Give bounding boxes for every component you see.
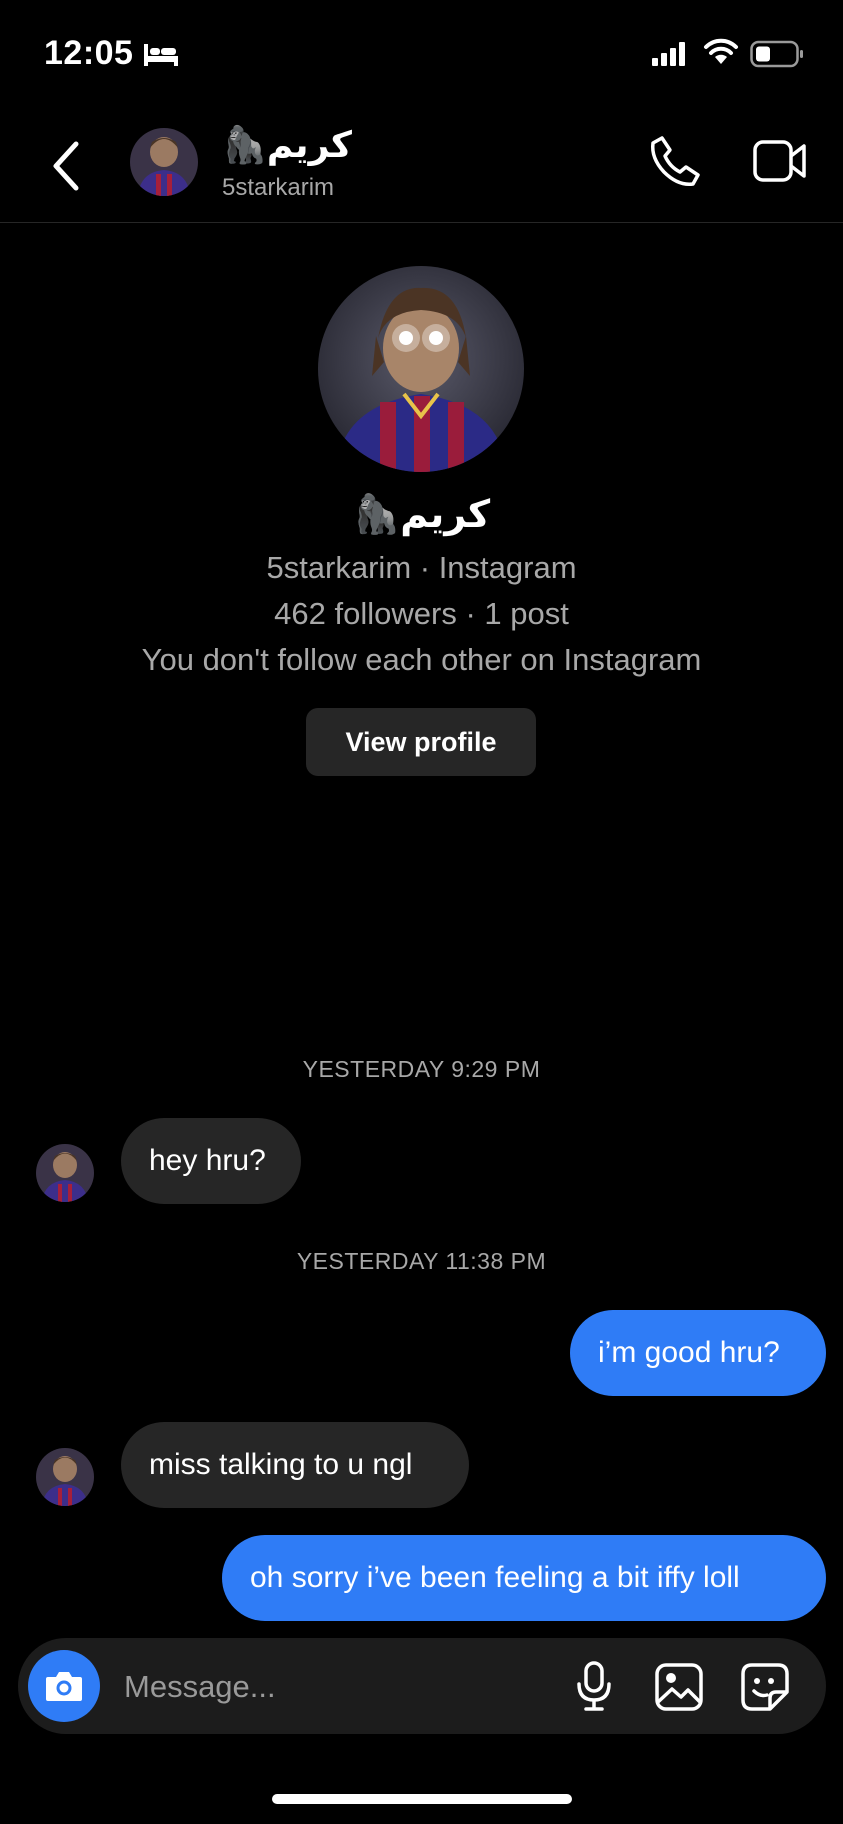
status-time: 12:05 bbox=[44, 34, 134, 72]
profile-stats-line: 462 followers · 1 post bbox=[274, 596, 569, 631]
message-timestamp: YESTERDAY 9:29 PM bbox=[302, 1056, 541, 1082]
outgoing-message[interactable]: i’m good hru? bbox=[570, 1310, 826, 1396]
view-profile-button[interactable]: View profile bbox=[306, 708, 536, 776]
status-bar: 12:05 bbox=[0, 0, 843, 110]
signal-icon bbox=[652, 42, 685, 66]
video-icon[interactable] bbox=[752, 138, 808, 186]
bed-icon bbox=[144, 44, 178, 66]
sticker-icon[interactable] bbox=[740, 1662, 790, 1712]
camera-icon bbox=[46, 1672, 82, 1701]
back-icon[interactable] bbox=[46, 138, 86, 194]
message-timestamp: YESTERDAY 11:38 PM bbox=[296, 1248, 547, 1274]
battery-icon bbox=[750, 40, 803, 68]
profile-follow-status: You don't follow each other on Instagram bbox=[141, 642, 702, 677]
home-indicator[interactable] bbox=[272, 1794, 572, 1804]
microphone-icon[interactable] bbox=[574, 1660, 614, 1712]
message-input[interactable] bbox=[122, 1660, 466, 1714]
wifi-icon bbox=[704, 38, 738, 64]
outgoing-message[interactable]: oh sorry i’ve been feeling a bit iffy lo… bbox=[222, 1535, 826, 1621]
gallery-icon[interactable] bbox=[654, 1662, 704, 1712]
incoming-message[interactable]: hey hru? bbox=[121, 1118, 301, 1204]
message-composer bbox=[18, 1638, 826, 1734]
header-avatar[interactable] bbox=[130, 128, 198, 196]
incoming-message[interactable]: miss talking to u ngl bbox=[121, 1422, 469, 1508]
profile-username-line: 5starkarim · Instagram bbox=[266, 550, 577, 585]
sender-avatar[interactable] bbox=[36, 1448, 94, 1506]
header-name[interactable]: 🦍كريم bbox=[222, 124, 352, 166]
header-username[interactable]: 5starkarim bbox=[222, 174, 334, 202]
camera-button[interactable] bbox=[28, 1650, 100, 1722]
sender-avatar[interactable] bbox=[36, 1144, 94, 1202]
phone-icon[interactable] bbox=[648, 134, 702, 188]
profile-avatar[interactable] bbox=[318, 266, 524, 472]
chat-header: 🦍كريم 5starkarim bbox=[0, 110, 843, 223]
profile-name: 🦍كريم bbox=[352, 494, 491, 536]
